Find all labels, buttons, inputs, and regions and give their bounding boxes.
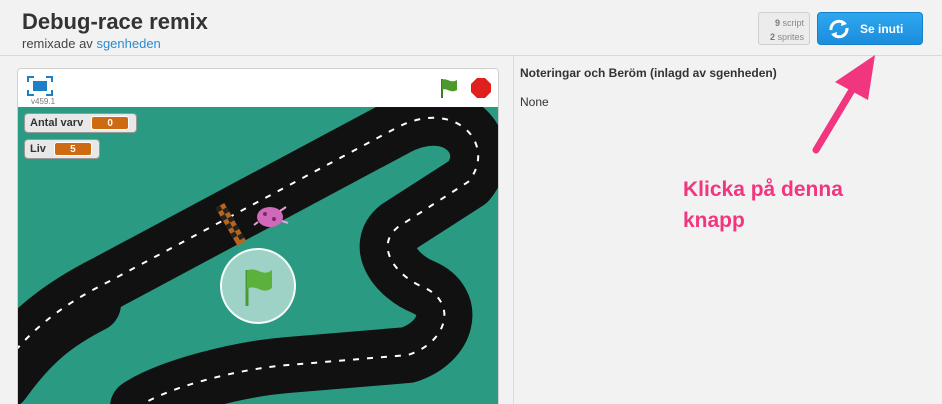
- project-title: Debug-race remix: [22, 9, 208, 34]
- project-page: Debug-race remix remixade av sgenheden 9…: [0, 0, 942, 404]
- laps-monitor-label: Antal varv: [30, 117, 84, 129]
- lives-monitor-label: Liv: [30, 143, 46, 155]
- remix-author-link[interactable]: sgenheden: [96, 36, 160, 51]
- lives-monitor: Liv 5: [24, 139, 100, 159]
- sprites-stat: 2 sprites: [769, 32, 804, 42]
- annotation-line-1: Klicka på denna: [683, 178, 843, 201]
- remix-credit: remixade av sgenheden: [22, 36, 161, 51]
- see-inside-icon: [829, 19, 849, 38]
- notes-heading: Noteringar och Beröm (inlagd av sgenhede…: [520, 66, 777, 80]
- annotation-line-2: knapp: [683, 209, 745, 232]
- stop-icon[interactable]: [470, 77, 492, 99]
- fullscreen-icon[interactable]: [27, 76, 53, 96]
- project-stage[interactable]: Antal varv 0 Liv 5: [18, 107, 498, 404]
- project-header: Debug-race remix remixade av sgenheden 9…: [0, 0, 942, 56]
- lives-monitor-value: 5: [53, 142, 92, 156]
- see-inside-button[interactable]: Se inuti: [817, 12, 923, 45]
- project-player: v459.1 Antal varv 0 Liv 5: [17, 68, 499, 404]
- green-flag-icon[interactable]: [438, 77, 460, 99]
- player-version: v459.1: [31, 97, 56, 106]
- remix-credit-prefix: remixade av: [22, 36, 93, 51]
- notes-body: None: [520, 95, 549, 109]
- see-inside-label: Se inuti: [860, 21, 904, 36]
- laps-monitor: Antal varv 0: [24, 113, 137, 133]
- laps-monitor-value: 0: [91, 116, 130, 130]
- player-toolbar: v459.1: [18, 69, 498, 107]
- scripts-stat: 9 script: [774, 18, 804, 28]
- green-flag-icon: [245, 269, 272, 306]
- project-stats: 9 script 2 sprites: [758, 12, 810, 45]
- annotation-text: Klicka på denna knapp: [683, 174, 903, 236]
- start-overlay-button[interactable]: [220, 248, 296, 324]
